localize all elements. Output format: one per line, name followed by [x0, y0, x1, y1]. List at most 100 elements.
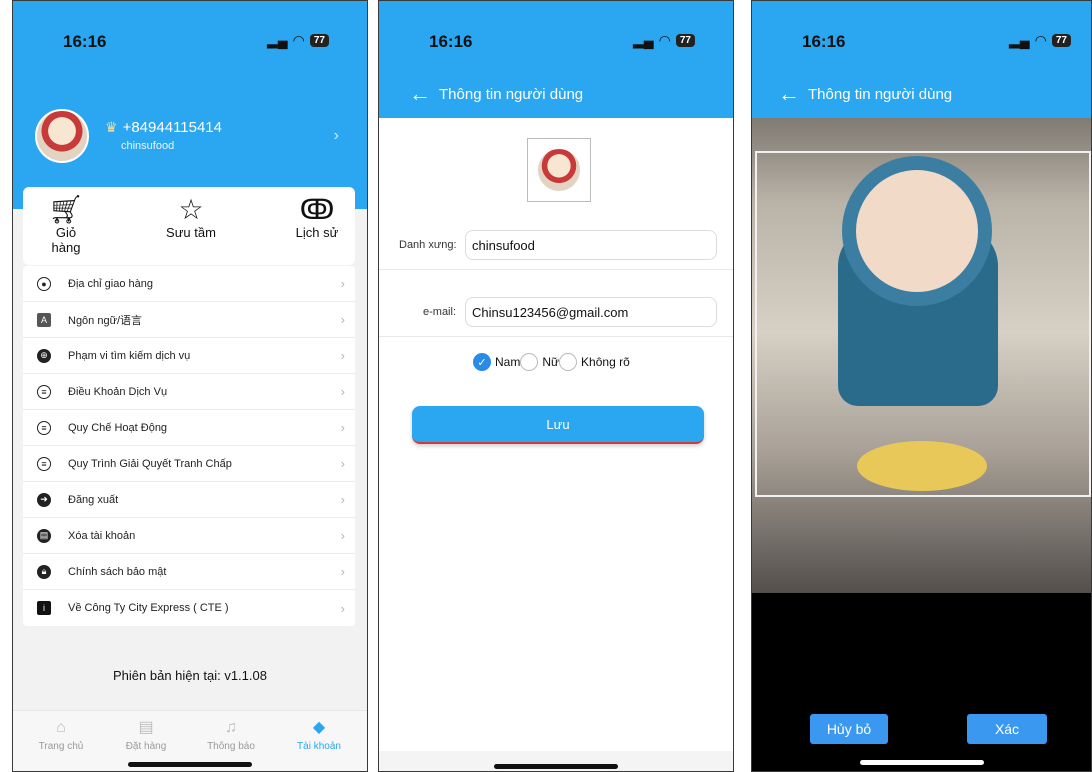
menu-item-label: Quy Chế Hoạt Động [68, 421, 168, 434]
home-indicator [494, 764, 618, 769]
avatar [536, 147, 582, 193]
chevron-right-icon: › [340, 348, 345, 363]
radio-male[interactable]: ✓ [473, 353, 491, 371]
settings-menu: ● Địa chỉ giao hàng › A Ngôn ngữ/语言 › ⊕ … [23, 266, 355, 626]
cart-button[interactable]: 🛒︎ Giỏ hàng [41, 194, 91, 256]
logout-icon: ➜ [37, 492, 51, 507]
battery-icon: 77 [309, 34, 329, 47]
confirm-button[interactable]: Xác [967, 714, 1047, 744]
cancel-button[interactable]: Hủy bỏ [810, 714, 888, 744]
menu-item-label: Ngôn ngữ/语言 [68, 314, 143, 327]
status-time: 16:16 [802, 32, 846, 51]
menu-item-label: Địa chỉ giao hàng [68, 277, 154, 290]
tab-account[interactable]: ◆ Tài khoản [279, 719, 359, 752]
status-icons: ▂▄ ◠ 77 [1009, 32, 1071, 49]
star-icon: ☆ [178, 194, 204, 225]
history-button[interactable]: ↂ Lịch sử [289, 194, 345, 241]
list-icon: ≡ [37, 420, 51, 435]
history-label: Lịch sử [295, 225, 339, 240]
status-time: 16:16 [63, 32, 107, 51]
footprint-icon: ↂ [299, 194, 335, 225]
menu-item-label: Chính sách bảo mật [68, 565, 167, 578]
menu-item-language[interactable]: A Ngôn ngữ/语言 › [23, 302, 355, 338]
back-arrow-icon[interactable]: ← [409, 83, 431, 105]
chevron-right-icon: › [340, 492, 345, 507]
tab-label: Tài khoản [297, 741, 341, 752]
chevron-right-icon: › [340, 384, 345, 399]
avatar-upload[interactable] [527, 138, 591, 202]
wifi-icon: ◠ [292, 32, 305, 48]
menu-item-privacy-policy[interactable]: 🔒︎ Chính sách bảo mật › [23, 554, 355, 590]
menu-item-label: Xóa tài khoản [68, 529, 136, 542]
menu-item-terms[interactable]: ≡ Điều Khoản Dịch Vụ › [23, 374, 355, 410]
chevron-right-icon: › [340, 420, 345, 435]
status-bar: 16:16 ▂▄ ◠ 77 [379, 1, 733, 71]
save-button[interactable]: Lưu [412, 406, 704, 444]
page-title: ← Thông tin người dùng [778, 83, 953, 105]
home-indicator [128, 762, 252, 767]
title-text: Thông tin người dùng [808, 85, 953, 103]
diamond-icon: ◆ [312, 719, 326, 736]
info-icon: i [37, 601, 51, 615]
chevron-right-icon: › [340, 276, 345, 291]
globe-icon: ⊕ [37, 348, 51, 363]
signal-icon: ▂▄ [1008, 32, 1030, 48]
favorites-label: Sưu tầm [166, 225, 216, 240]
menu-item-dispute-process[interactable]: ≡ Quy Trình Giải Quyết Tranh Chấp › [23, 446, 355, 482]
status-icons: ▂▄ ◠ 77 [267, 32, 329, 49]
tab-notifications[interactable]: ♫ Thông báo [191, 719, 271, 752]
tab-orders[interactable]: ▤ Đặt hàng [106, 719, 186, 752]
radio-unknown[interactable] [559, 353, 578, 371]
email-label: e-mail: [423, 306, 457, 318]
menu-item-label: Phạm vi tìm kiếm dịch vụ [68, 349, 191, 362]
radio-female[interactable] [520, 353, 539, 371]
profile-phone[interactable]: ♛ +84944115414 [105, 119, 222, 136]
delete-account-icon: ▤ [37, 528, 51, 543]
status-bar: 16:16 ▂▄ ◠ 77 [752, 1, 1091, 71]
status-icons: ▂▄ ◠ 77 [633, 32, 695, 49]
divider [379, 269, 733, 270]
chevron-right-icon[interactable]: › [334, 127, 339, 145]
signal-icon: ▂▄ [266, 32, 288, 48]
menu-item-operation-rules[interactable]: ≡ Quy Chế Hoạt Động › [23, 410, 355, 446]
wifi-icon: ◠ [1034, 32, 1047, 48]
radio-label-female: Nữ [542, 355, 560, 369]
wifi-icon: ◠ [658, 32, 671, 48]
home-icon: ⌂ [56, 719, 66, 736]
user-info-screen: 16:16 ▂▄ ◠ 77 ← Thông tin người dùng Dan… [378, 0, 734, 772]
back-arrow-icon[interactable]: ← [778, 83, 800, 105]
menu-item-logout[interactable]: ➜ Đăng xuất › [23, 482, 355, 518]
name-input[interactable]: chinsufood [465, 230, 717, 260]
bottom-area [379, 751, 733, 771]
status-bar: 16:16 ▂▄ ◠ 77 [13, 1, 367, 71]
crop-frame[interactable] [755, 151, 1091, 497]
chevron-right-icon: › [340, 600, 345, 616]
list-icon: ≡ [37, 456, 51, 471]
menu-item-label: Điều Khoản Dịch Vụ [68, 385, 168, 398]
title-text: Thông tin người dùng [439, 85, 584, 103]
location-pin-icon: ● [37, 276, 51, 291]
radio-label-unknown: Không rõ [581, 355, 630, 369]
favorites-button[interactable]: ☆ Sưu tầm [163, 194, 219, 241]
order-icon: ▤ [138, 719, 154, 736]
quick-actions: 🛒︎ Giỏ hàng ☆ Sưu tầm ↂ Lịch sử [23, 187, 355, 265]
crop-photo-screen: 16:16 ▂▄ ◠ 77 ← Thông tin người dùng Hủy… [751, 0, 1092, 772]
menu-item-label: Về Công Ty City Express ( CTE ) [68, 602, 229, 614]
email-input[interactable]: Chinsu123456@gmail.com [465, 297, 717, 327]
chevron-right-icon: › [340, 456, 345, 471]
menu-item-delete-account[interactable]: ▤ Xóa tài khoản › [23, 518, 355, 554]
menu-item-label: Đăng xuất [68, 493, 119, 506]
cart-icon: 🛒︎ [48, 194, 84, 225]
lock-icon: 🔒︎ [37, 564, 51, 579]
radio-label-male: Nam [495, 355, 521, 369]
tab-label: Đặt hàng [125, 741, 167, 752]
chevron-right-icon: › [340, 564, 345, 579]
status-time: 16:16 [429, 32, 473, 51]
menu-item-service-range[interactable]: ⊕ Phạm vi tìm kiếm dịch vụ › [23, 338, 355, 374]
signal-icon: ▂▄ [632, 32, 654, 48]
menu-item-about[interactable]: i Về Công Ty City Express ( CTE ) › [23, 590, 355, 626]
avatar[interactable] [35, 109, 89, 163]
menu-item-shipping-address[interactable]: ● Địa chỉ giao hàng › [23, 266, 355, 302]
tab-home[interactable]: ⌂ Trang chủ [21, 719, 101, 752]
profile-username: chinsufood [121, 140, 175, 152]
